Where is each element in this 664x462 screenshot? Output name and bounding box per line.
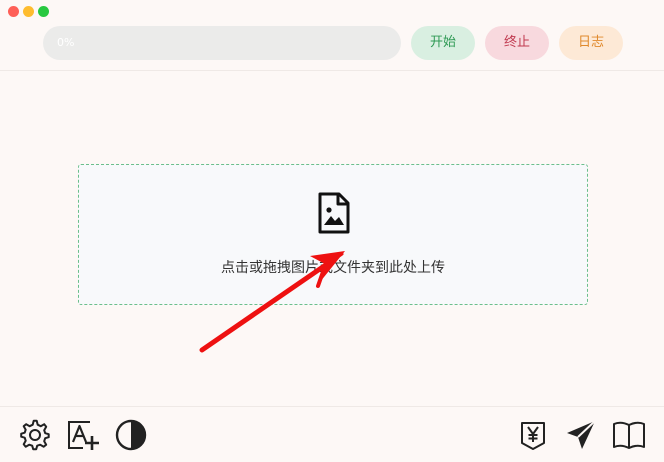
font-add-icon [68, 421, 99, 450]
donate-button[interactable] [516, 418, 550, 452]
bottom-divider [0, 406, 664, 407]
dropzone-hint: 点击或拖拽图片或文件夹到此处上传 [221, 260, 445, 276]
progress-text: 0% [57, 36, 75, 49]
progress-bar: 0% [43, 26, 401, 60]
settings-button[interactable] [18, 418, 52, 452]
book-icon [613, 421, 645, 449]
app-window: 0% 开始 终止 日志 点击或拖拽图片或文件夹到此处上传 [0, 0, 664, 462]
send-button[interactable] [564, 418, 598, 452]
log-button[interactable]: 日志 [559, 26, 623, 60]
start-button[interactable]: 开始 [411, 26, 475, 60]
font-add-button[interactable] [66, 418, 100, 452]
send-icon [567, 420, 596, 449]
stop-button[interactable]: 终止 [485, 26, 549, 60]
donate-yen-icon [521, 422, 545, 450]
top-toolbar: 0% 开始 终止 日志 [43, 26, 623, 60]
window-minimize-button[interactable] [23, 6, 34, 17]
window-controls [8, 6, 49, 17]
contrast-icon [115, 419, 147, 451]
theme-toggle-button[interactable] [114, 418, 148, 452]
top-divider [0, 70, 664, 71]
window-close-button[interactable] [8, 6, 19, 17]
image-file-icon [318, 192, 350, 234]
settings-icon [20, 419, 50, 451]
window-maximize-button[interactable] [38, 6, 49, 17]
docs-button[interactable] [612, 418, 646, 452]
upload-dropzone[interactable]: 点击或拖拽图片或文件夹到此处上传 [78, 164, 588, 305]
